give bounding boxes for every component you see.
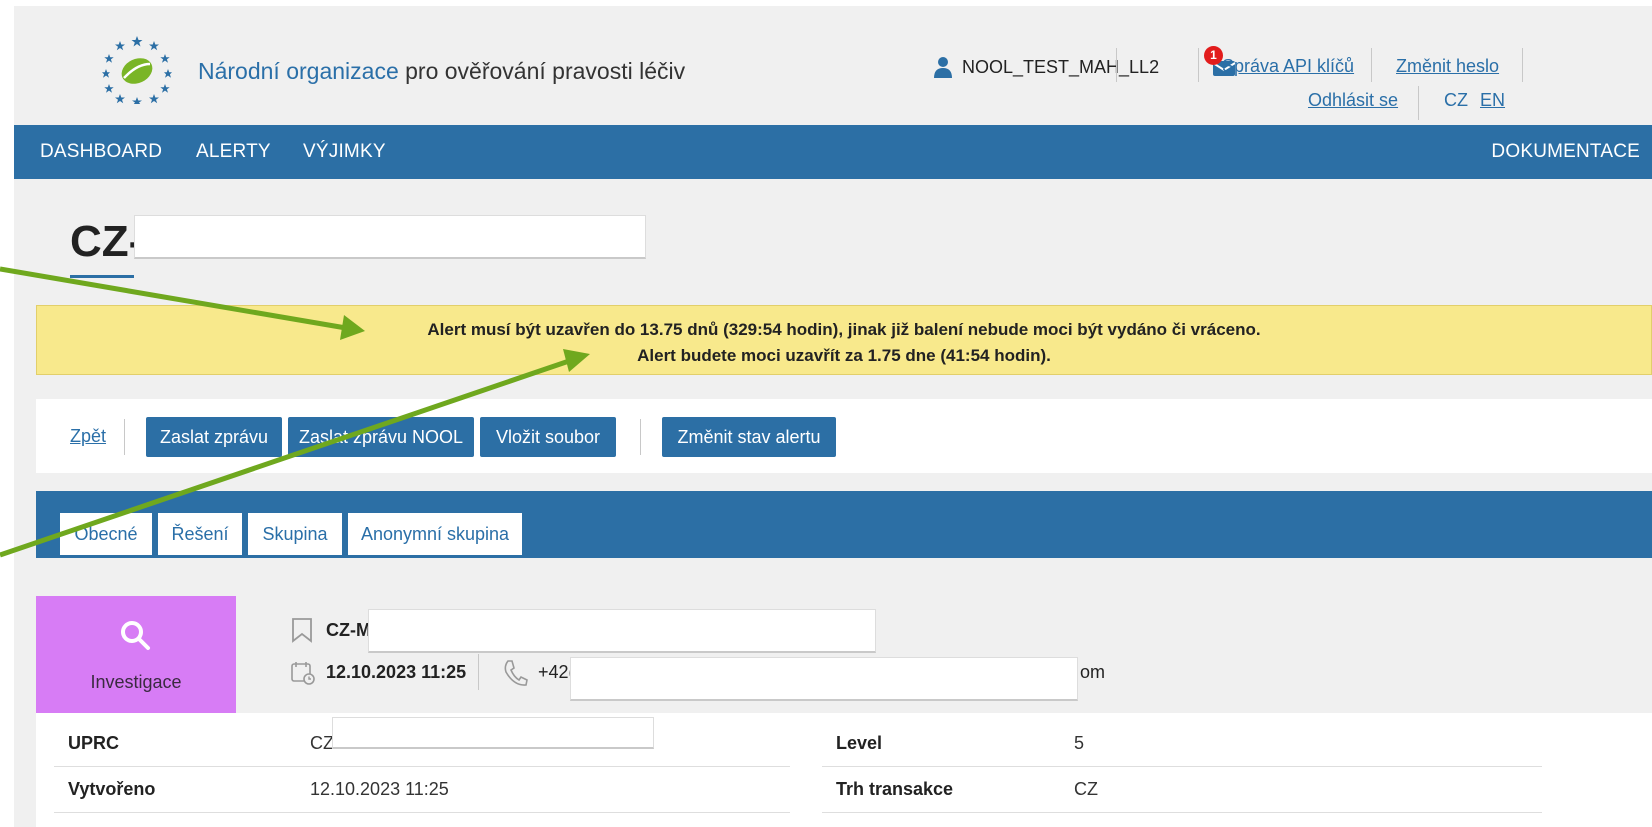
redacted-uprc (332, 717, 654, 749)
organization-name: Národní organizace pro ověřování pravost… (198, 58, 685, 85)
detail-label: Trh transakce (836, 779, 954, 799)
username: NOOL_TEST_MAH_LL2 (962, 56, 1160, 77)
main-navigation: DASHBOARD ALERTY VÝJIMKY DOKUMENTACE (14, 125, 1652, 179)
detail-value: 5 (1074, 733, 1085, 753)
email-fragment: om (1080, 662, 1106, 682)
organization-name-highlight: Národní organizace (198, 58, 399, 84)
divider (478, 654, 479, 690)
calendar-clock-icon (291, 662, 315, 685)
notification-badge[interactable]: 1 (1204, 46, 1223, 65)
logo-icon (102, 36, 172, 104)
detail-row-market: Trh transakce CZ (822, 767, 1542, 813)
title-area: CZ-I (14, 179, 1652, 299)
nav-exceptions[interactable]: VÝJIMKY (303, 141, 386, 163)
alert-id-value: CZ-M (326, 620, 371, 640)
upload-file-button[interactable]: Vložit soubor (480, 417, 616, 457)
api-keys-link[interactable]: Správa API klíčů (1222, 56, 1354, 77)
redacted-id (368, 609, 876, 653)
status-card: Investigace (36, 596, 236, 724)
divider (1522, 48, 1523, 82)
detail-value: CZ (1074, 779, 1098, 799)
user-info: NOOL_TEST_MAH_LL2 (934, 56, 1159, 78)
title-underline (70, 275, 134, 278)
alert-close-text: Alert budete moci uzavřít za 1.75 dne (4… (637, 346, 1051, 365)
detail-label: UPRC (68, 733, 120, 753)
redacted-title (134, 215, 646, 259)
detail-value: 12.10.2023 11:25 (310, 779, 449, 799)
logout-link[interactable]: Odhlásit se (1308, 90, 1398, 111)
divider (1371, 48, 1372, 82)
status-label: Investigace (90, 672, 182, 692)
tab-general[interactable]: Obecné (60, 513, 152, 555)
tab-solution[interactable]: Řešení (158, 513, 242, 555)
app-frame: Národní organizace pro ověřování pravost… (14, 6, 1652, 827)
search-icon (121, 621, 150, 650)
organization-name-rest: pro ověřování pravosti léčiv (398, 58, 686, 84)
divider (124, 419, 125, 455)
user-icon (934, 57, 952, 78)
bookmark-icon (292, 618, 312, 643)
nav-dashboard[interactable]: DASHBOARD (40, 141, 162, 163)
back-link[interactable]: Zpět (70, 426, 106, 447)
detail-row-level: Level 5 (822, 721, 1542, 767)
detail-label: Level (836, 733, 883, 753)
detail-row-created: Vytvořeno 12.10.2023 11:25 (54, 767, 790, 813)
action-bar: Zpět Zaslat zprávu Zaslat zprávu NOOL Vl… (36, 399, 1652, 473)
created-datetime-value: 12.10.2023 11:25 (326, 662, 467, 682)
lang-cz[interactable]: CZ (1444, 90, 1468, 111)
divider (640, 419, 641, 455)
nav-alerts[interactable]: ALERTY (196, 141, 271, 163)
send-message-nool-button[interactable]: Zaslat zprávu NOOL (288, 417, 474, 457)
redacted-contact (570, 657, 1078, 701)
alert-deadline-text: Alert musí být uzavřen do 13.75 dnů (329… (427, 320, 1261, 339)
send-message-button[interactable]: Zaslat zprávu (146, 417, 282, 457)
tabs-bar: Obecné Řešení Skupina Anonymní skupina (36, 491, 1652, 558)
tab-anonymous-group[interactable]: Anonymní skupina (348, 513, 522, 555)
alert-id: CZ-M (326, 620, 371, 641)
change-alert-state-button[interactable]: Změnit stav alertu (662, 417, 836, 457)
divider (1418, 86, 1419, 120)
header: Národní organizace pro ověřování pravost… (14, 6, 1652, 125)
lang-en[interactable]: EN (1480, 90, 1505, 111)
detail-panel: UPRC CZ- Vytvořeno 12.10.2023 11:25 Leve… (36, 713, 1652, 827)
deadline-alert: Alert musí být uzavřen do 13.75 dnů (329… (36, 305, 1652, 375)
tab-group[interactable]: Skupina (248, 513, 342, 555)
created-datetime: 12.10.2023 11:25 (326, 662, 466, 683)
phone-icon (504, 660, 528, 686)
divider (1198, 48, 1199, 82)
divider (1116, 48, 1117, 82)
detail-label: Vytvořeno (68, 779, 156, 799)
nav-documentation[interactable]: DOKUMENTACE (1491, 141, 1640, 163)
change-password-link[interactable]: Změnit heslo (1396, 56, 1499, 77)
